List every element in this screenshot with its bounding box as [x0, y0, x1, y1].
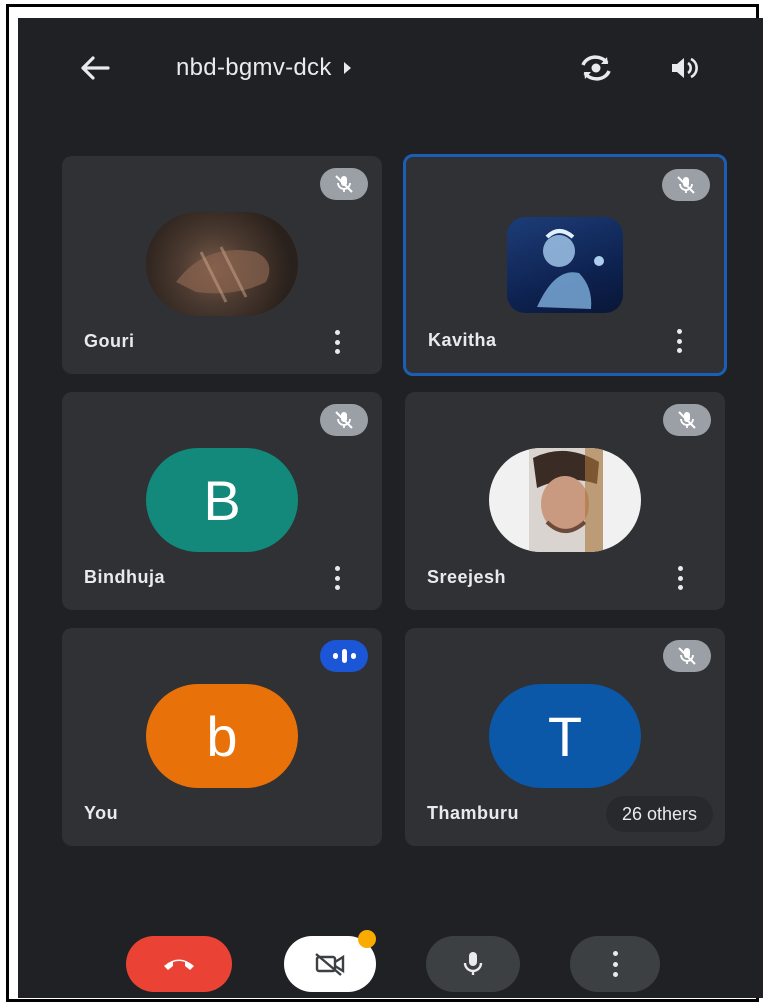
others-count-button[interactable]: 26 others: [605, 796, 713, 832]
participant-tile-bindhuja[interactable]: B Bindhuja: [62, 392, 382, 610]
participant-tile-gouri[interactable]: Gouri: [62, 156, 382, 374]
participant-menu-button[interactable]: [675, 566, 685, 590]
meeting-code: nbd-bgmv-dck: [176, 54, 332, 81]
phone-hangup-icon: [164, 959, 194, 970]
top-bar: nbd-bgmv-dck: [18, 18, 763, 118]
participant-photo: [507, 217, 623, 313]
meet-call-screen: nbd-bgmv-dck Gouri Kavitha B Bindhuja Sr…: [18, 18, 763, 998]
warning-dot-icon: [358, 930, 376, 948]
participant-name: Thamburu: [427, 803, 519, 823]
speaking-indicator: [320, 640, 368, 672]
mic-off-badge: [662, 169, 710, 201]
speaker-icon: [672, 57, 698, 79]
participant-menu-button[interactable]: [332, 330, 342, 354]
switch-camera-icon: [581, 55, 611, 81]
mic-off-badge: [320, 404, 368, 436]
microphone-toggle-button[interactable]: [426, 936, 520, 992]
mic-off-icon: [677, 176, 695, 194]
portrait-photo-icon: [529, 448, 603, 552]
participant-tile-you[interactable]: b You: [62, 628, 382, 846]
participant-photo: [146, 212, 298, 316]
mic-icon: [463, 952, 483, 975]
mic-off-badge: [320, 168, 368, 200]
audio-output-button[interactable]: [662, 46, 706, 90]
audio-level-icon: [332, 653, 338, 659]
participant-tile-thamburu[interactable]: T Thamburu 26 others: [405, 628, 725, 846]
participant-avatar: T: [489, 684, 641, 788]
participant-tile-sreejesh[interactable]: Sreejesh: [405, 392, 725, 610]
mic-off-badge: [663, 404, 711, 436]
camera-toggle-button[interactable]: [284, 930, 376, 992]
participant-menu-button[interactable]: [674, 329, 684, 353]
more-vertical-icon: [677, 566, 683, 571]
participant-avatar: b: [146, 684, 298, 788]
back-button[interactable]: [73, 46, 117, 90]
participant-menu-button[interactable]: [332, 566, 342, 590]
arrow-left-icon: [81, 56, 110, 80]
switch-camera-button[interactable]: [574, 46, 618, 90]
more-vertical-icon: [611, 951, 619, 977]
participant-name: Gouri: [84, 331, 135, 351]
hang-up-button[interactable]: [126, 936, 232, 992]
participant-photo: [489, 448, 641, 552]
participant-name: You: [84, 803, 119, 823]
participant-name: Kavitha: [428, 330, 497, 350]
mic-off-icon: [335, 411, 353, 429]
meeting-code-button[interactable]: nbd-bgmv-dck: [176, 48, 351, 88]
participant-avatar: B: [146, 448, 298, 552]
participant-name: Bindhuja: [84, 567, 165, 587]
participant-name: Sreejesh: [427, 567, 507, 587]
character-photo-icon: [537, 229, 604, 309]
more-vertical-icon: [334, 566, 340, 571]
mic-off-badge: [663, 640, 711, 672]
more-options-button[interactable]: [570, 936, 660, 992]
more-vertical-icon: [334, 330, 340, 335]
more-vertical-icon: [676, 329, 682, 334]
mic-off-icon: [335, 175, 353, 193]
mic-off-icon: [678, 647, 696, 665]
hand-photo-icon: [176, 246, 270, 303]
camera-off-icon: [315, 953, 345, 976]
mic-off-icon: [678, 411, 696, 429]
caret-right-icon: [343, 62, 351, 74]
participant-tile-kavitha[interactable]: Kavitha: [403, 154, 727, 376]
